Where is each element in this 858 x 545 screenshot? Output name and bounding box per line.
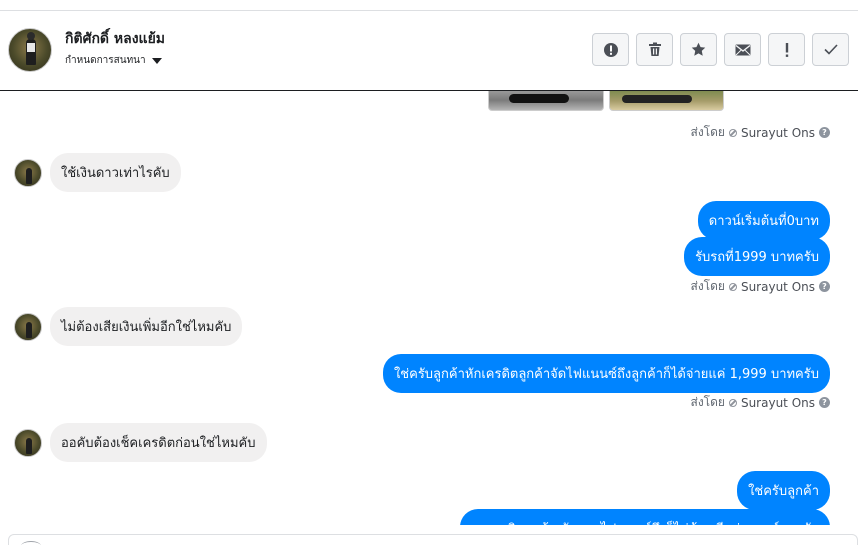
check-icon	[823, 44, 838, 55]
conversation-assignment[interactable]: กำหนดการสนทนา	[65, 53, 162, 68]
sent-by-label: ส่งโดย	[690, 125, 725, 139]
agent-status-icon	[728, 282, 737, 291]
mark-done-button[interactable]	[812, 33, 849, 66]
incoming-message[interactable]: ไม่ต้องเสียเงินเพิ่มอีกใช่ไหมคับ	[50, 307, 243, 346]
star-button[interactable]	[680, 33, 717, 66]
sent-by-label: ส่งโดย	[690, 395, 725, 409]
contact-avatar[interactable]	[8, 28, 52, 72]
help-icon[interactable]: ?	[819, 127, 830, 138]
caret-down-icon[interactable]	[151, 57, 162, 64]
mark-unread-button[interactable]	[724, 33, 761, 66]
help-icon[interactable]: ?	[819, 397, 830, 408]
star-icon	[691, 42, 706, 56]
message-input[interactable]	[8, 534, 858, 545]
sent-by-agent[interactable]: Surayut Ons	[741, 280, 815, 294]
delete-button[interactable]	[636, 33, 673, 66]
outgoing-message[interactable]: ดาวน์เริ่มต้นที่0บาท	[697, 201, 830, 240]
envelope-icon	[735, 44, 750, 55]
exclamation-icon	[785, 42, 788, 57]
agent-status-icon	[728, 398, 737, 407]
sent-by-info: ส่งโดย Surayut Ons ?	[690, 123, 830, 142]
sent-by-label: ส่งโดย	[690, 279, 725, 293]
sent-by-agent[interactable]: Surayut Ons	[741, 126, 815, 140]
outgoing-message[interactable]: หาเครดิตลูกค้า ตัดยอดไฟแนนซ์ถึงก็ไม่ต้อง…	[460, 509, 830, 525]
trash-icon	[648, 42, 661, 56]
agent-status-icon	[728, 128, 737, 137]
sent-by-info: ส่งโดย Surayut Ons ?	[690, 393, 830, 412]
incoming-message-row: ไม่ต้องเสียเงินเพิ่มอีกใช่ไหมคับ	[14, 307, 243, 346]
composer-area	[0, 525, 858, 545]
incoming-message[interactable]: ออคับต้องเช็คเครดิตก่อนใช่ไหมคับ	[50, 423, 267, 462]
help-icon[interactable]: ?	[819, 281, 830, 292]
contact-avatar[interactable]	[14, 428, 42, 457]
contact-avatar[interactable]	[14, 312, 42, 341]
contact-avatar[interactable]	[14, 158, 42, 187]
report-spam-button[interactable]	[592, 33, 629, 66]
emoji-icon[interactable]	[21, 541, 41, 545]
attachment-photo[interactable]	[488, 91, 604, 111]
toolbar-actions	[592, 33, 849, 66]
follow-up-button[interactable]	[768, 33, 805, 66]
incoming-message-row: ใช้เงินดาวเท่าไรคับ	[14, 153, 181, 192]
contact-name[interactable]: กิติศักดิ์ หลงแย้ม	[65, 28, 165, 50]
outgoing-message[interactable]: รับรถที่1999 บาทครับ	[684, 237, 830, 276]
outgoing-message[interactable]: ใช่ครับลูกค้าหักเครดิตลูกค้าจัดไฟแนนซ์ถึ…	[382, 354, 830, 393]
sent-by-agent[interactable]: Surayut Ons	[741, 396, 815, 410]
assignment-label: กำหนดการสนทนา	[65, 55, 146, 66]
attachment-photo[interactable]	[609, 91, 724, 111]
message-thread[interactable]: ส่งโดย Surayut Ons ? ใช้เงินดาวเท่าไรคับ…	[0, 91, 858, 525]
conversation-header: กิติศักดิ์ หลงแย้ม กำหนดการสนทนา	[0, 11, 858, 91]
incoming-message[interactable]: ใช้เงินดาวเท่าไรคับ	[50, 153, 181, 192]
sent-by-info: ส่งโดย Surayut Ons ?	[690, 277, 830, 296]
outgoing-message[interactable]: ใช่ครับลูกค้า	[737, 471, 830, 510]
report-icon	[603, 42, 618, 57]
incoming-message-row: ออคับต้องเช็คเครดิตก่อนใช่ไหมคับ	[14, 423, 267, 462]
